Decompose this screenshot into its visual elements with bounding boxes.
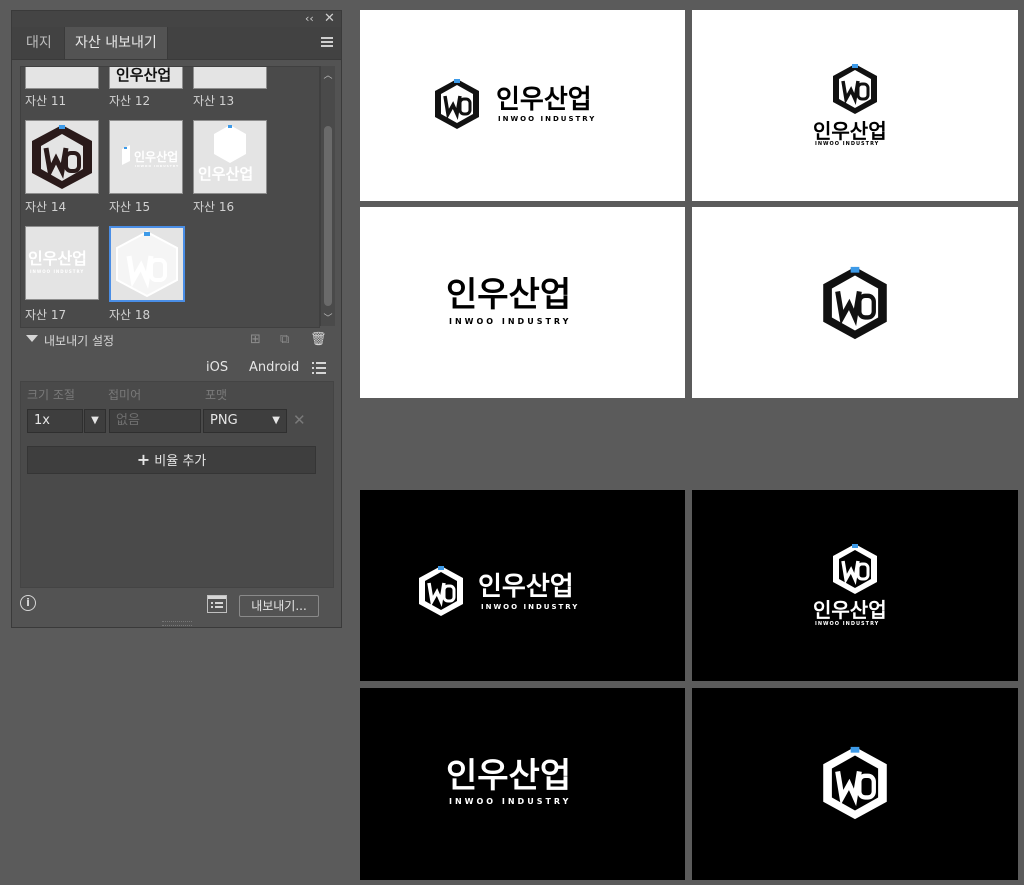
- asset-label: 자산 18: [109, 308, 151, 322]
- thumbnail-scrollbar[interactable]: ︿ ﹀: [320, 66, 335, 326]
- logo-wordmark: 인우산업: [198, 165, 254, 183]
- panel-title-bar: ‹‹ ✕: [12, 11, 341, 27]
- cube-logo-icon: [419, 566, 463, 616]
- cube-logo-icon: [435, 79, 479, 129]
- ios-preset-button[interactable]: iOS: [206, 360, 228, 375]
- info-icon[interactable]: i: [20, 595, 36, 611]
- export-settings-header[interactable]: 내보내기 설정 ⊞ ⧉ 🗑: [12, 329, 341, 351]
- format-value: PNG: [210, 413, 238, 428]
- asset-thumbnail-11[interactable]: [25, 67, 99, 89]
- logo-wordmark: 인우산업: [446, 275, 572, 315]
- logo-wordmark: 인우산업: [28, 249, 87, 268]
- scale-header: 크기 조절: [27, 388, 75, 402]
- chevron-down-icon: ▼: [272, 415, 280, 426]
- asset-thumbnail-13[interactable]: [193, 67, 267, 89]
- add-asset-icon[interactable]: ⊞: [250, 332, 261, 347]
- panel-tab-bar: 대지 자산 내보내기: [12, 27, 341, 60]
- asset-label: 자산 17: [25, 308, 67, 322]
- logo-subtitle: INWOO INDUSTRY: [30, 269, 85, 274]
- asset-export-panel: ‹‹ ✕ 대지 자산 내보내기 인우산업 자산 11 자산 12 자산 13 인…: [11, 10, 342, 628]
- tab-asset-export[interactable]: 자산 내보내기: [64, 27, 168, 59]
- logo-wordmark: 인우산업: [134, 150, 179, 164]
- scroll-up-icon[interactable]: ︿: [321, 68, 335, 81]
- close-icon[interactable]: ✕: [324, 11, 335, 27]
- panel-menu-icon[interactable]: [321, 37, 333, 47]
- asset-label: 자산 12: [109, 94, 151, 108]
- list-options-icon[interactable]: [312, 360, 326, 374]
- collapse-panel-icon[interactable]: ‹‹: [305, 11, 314, 27]
- logo-subtitle: INWOO INDUSTRY: [449, 317, 572, 326]
- platform-presets: iOS Android: [12, 355, 341, 381]
- asset-thumbnail-grid[interactable]: 인우산업 자산 11 자산 12 자산 13 인우산업 INWOO INDUST…: [20, 66, 320, 328]
- asset-label: 자산 14: [25, 200, 67, 214]
- remove-scale-icon[interactable]: ✕: [293, 411, 306, 429]
- export-settings-box: 크기 조절 접미어 포맷 1x ▼ 없음 PNG ▼ ✕ + 비율 추가: [20, 381, 334, 588]
- asset-thumbnail-16[interactable]: 인우산업: [193, 120, 267, 194]
- scale-dropdown-icon[interactable]: ▼: [84, 409, 106, 433]
- artboard-black-vertical[interactable]: 인우산업 INWOO INDUSTRY: [692, 490, 1018, 681]
- asset-label: 자산 16: [193, 200, 235, 214]
- cube-logo-icon: [833, 544, 877, 594]
- cube-logo-icon: [833, 64, 877, 114]
- duplicate-icon[interactable]: ⧉: [280, 332, 289, 347]
- logo-wordmark: 인우산업: [813, 119, 887, 143]
- triangle-down-icon[interactable]: [26, 335, 38, 342]
- logo-wordmark: 인우산업: [496, 85, 592, 115]
- android-preset-button[interactable]: Android: [249, 360, 299, 375]
- logo-wordmark: 인우산업: [116, 66, 172, 84]
- asset-thumbnail-18-selected[interactable]: [109, 226, 185, 302]
- artboard-black-symbol[interactable]: [692, 688, 1018, 880]
- logo-subtitle: INWOO INDUSTRY: [815, 621, 880, 627]
- suffix-header: 접미어: [108, 388, 142, 402]
- cube-logo-icon: [116, 230, 178, 298]
- format-header: 포맷: [205, 388, 228, 402]
- logo-subtitle: INWOO INDUSTRY: [498, 115, 597, 123]
- logo-subtitle: INWOO INDUSTRY: [815, 141, 880, 147]
- section-title: 내보내기 설정: [44, 334, 115, 348]
- logo-subtitle: INWOO INDUSTRY: [481, 603, 580, 611]
- logo-wordmark: 인우산업: [813, 598, 887, 622]
- tab-artboards[interactable]: 대지: [16, 27, 62, 59]
- artboard-white-wordmark[interactable]: 인우산업 INWOO INDUSTRY: [360, 207, 685, 398]
- scale-input[interactable]: 1x: [27, 409, 83, 433]
- artboard-white-symbol[interactable]: [692, 207, 1018, 398]
- artboard-white-horizontal[interactable]: 인우산업 INWOO INDUSTRY: [360, 10, 685, 201]
- logo-wordmark: 인우산업: [478, 572, 574, 602]
- asset-label: 자산 13: [193, 94, 235, 108]
- trash-icon[interactable]: 🗑: [310, 332, 327, 347]
- logo-subtitle: INWOO INDUSTRY: [135, 164, 180, 168]
- resize-grip[interactable]: [162, 621, 192, 626]
- cube-logo-icon: [823, 266, 887, 340]
- artboard-black-horizontal[interactable]: 인우산업 INWOO INDUSTRY: [360, 490, 685, 681]
- suffix-input[interactable]: 없음: [109, 409, 201, 433]
- scroll-down-icon[interactable]: ﹀: [321, 311, 335, 324]
- scrollbar-thumb[interactable]: [324, 126, 332, 306]
- export-button[interactable]: 내보내기...: [239, 595, 319, 617]
- add-scale-label: 비율 추가: [154, 454, 207, 469]
- plus-icon: +: [136, 450, 151, 469]
- asset-thumbnail-15[interactable]: 인우산업 INWOO INDUSTRY: [109, 120, 183, 194]
- export-settings-dialog-icon[interactable]: [207, 595, 227, 613]
- asset-label: 자산 15: [109, 200, 151, 214]
- asset-thumbnail-14[interactable]: [25, 120, 99, 194]
- cube-logo-icon: [823, 746, 887, 820]
- artboard-black-wordmark[interactable]: 인우산업 INWOO INDUSTRY: [360, 688, 685, 880]
- artboard-white-vertical[interactable]: 인우산업 INWOO INDUSTRY: [692, 10, 1018, 201]
- format-select[interactable]: PNG ▼: [203, 409, 287, 433]
- cube-logo-icon: [32, 125, 92, 189]
- logo-subtitle: INWOO INDUSTRY: [449, 797, 572, 806]
- asset-label: 자산 11: [25, 94, 67, 108]
- logo-wordmark: 인우산업: [446, 756, 572, 796]
- add-scale-button[interactable]: + 비율 추가: [27, 446, 316, 474]
- asset-thumbnail-17[interactable]: 인우산업 INWOO INDUSTRY: [25, 226, 99, 300]
- asset-thumbnail-12[interactable]: 인우산업: [109, 66, 183, 89]
